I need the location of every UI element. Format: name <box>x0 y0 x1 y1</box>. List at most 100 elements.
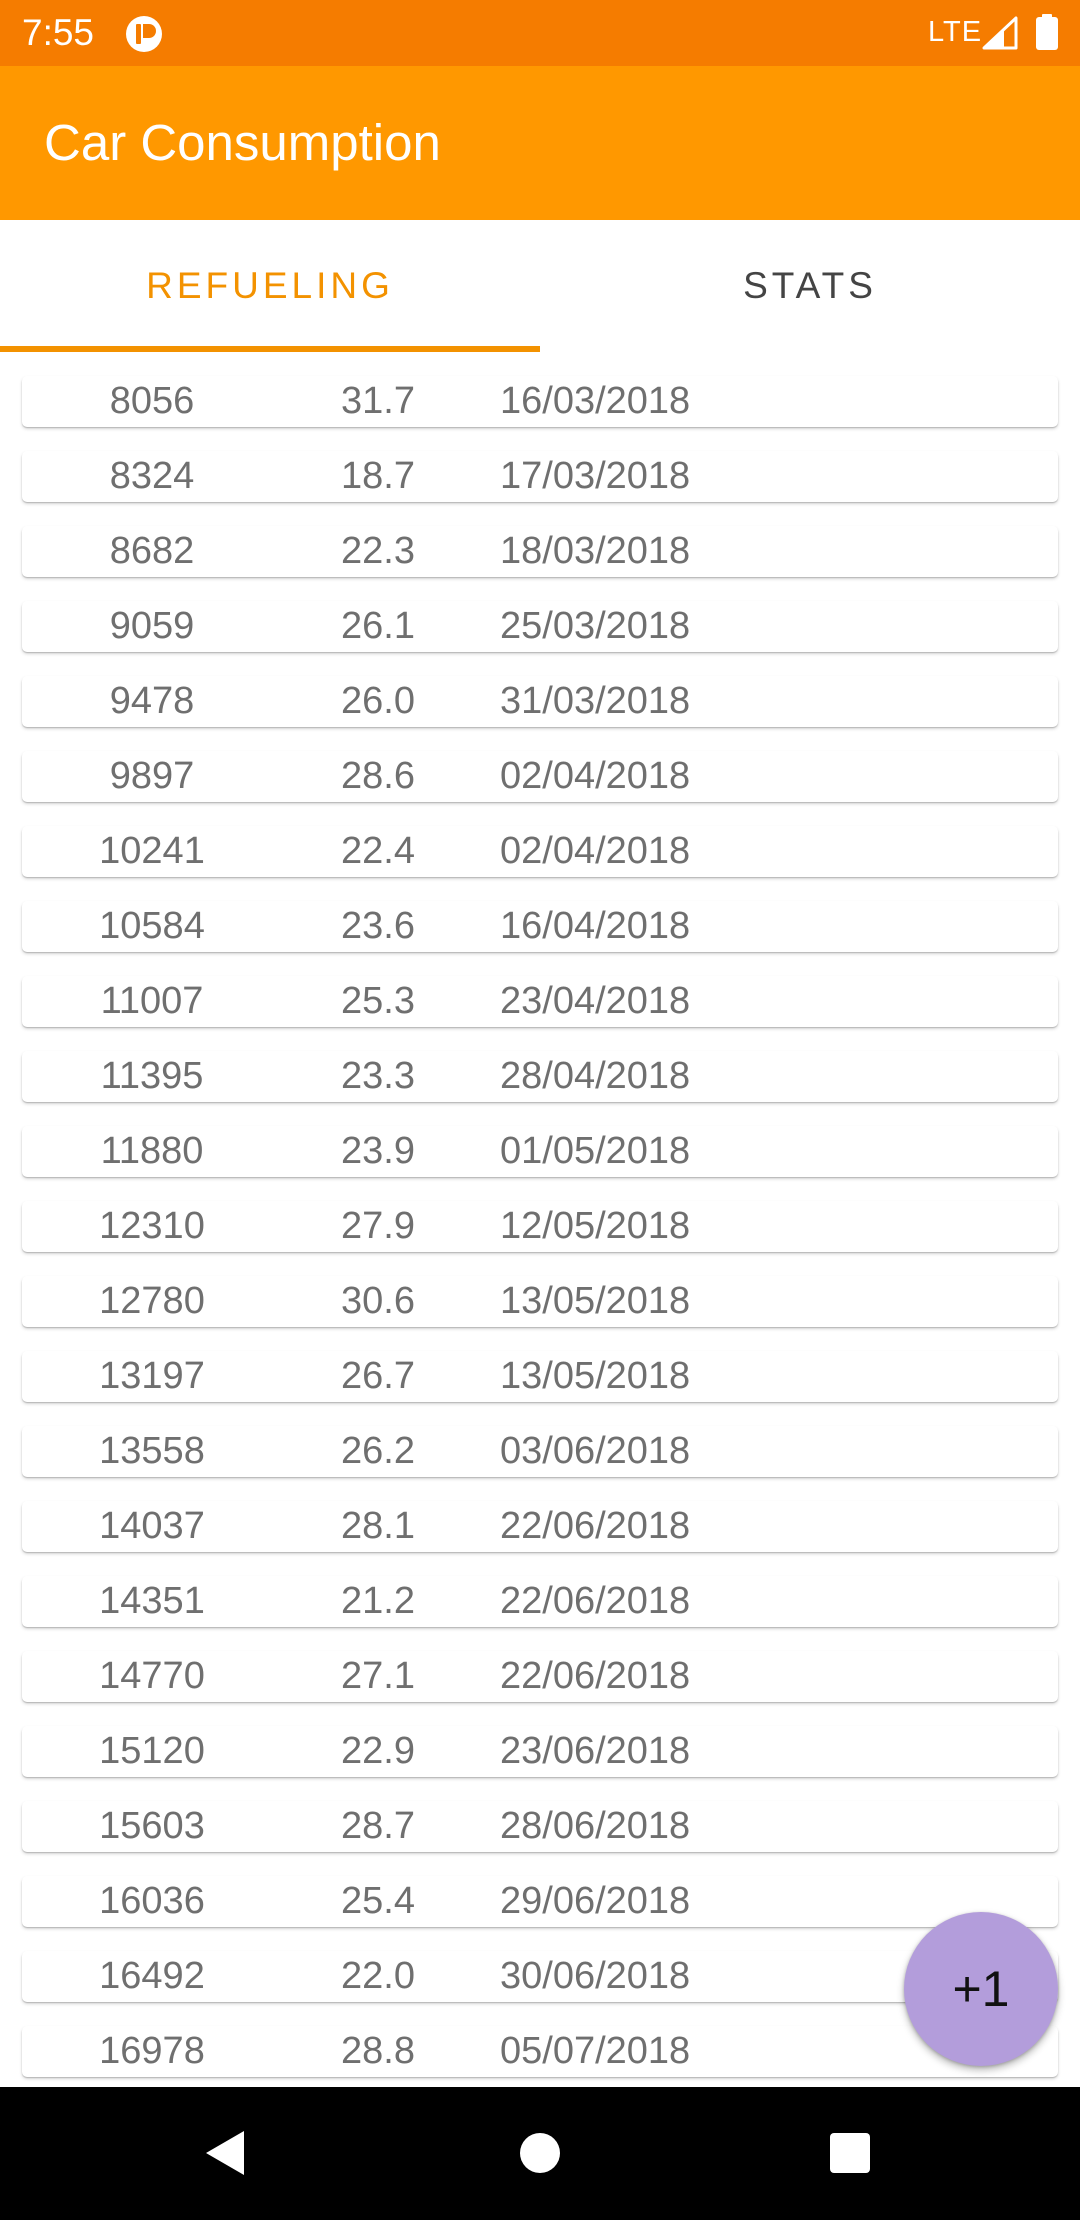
liters-value: 27.1 <box>341 1655 415 1697</box>
liters-value: 22.9 <box>341 1730 415 1772</box>
odometer-value: 14037 <box>99 1505 205 1547</box>
refueling-row[interactable]: 14037 28.1 22/06/2018 <box>22 1501 1058 1552</box>
odometer-value: 9897 <box>109 755 195 797</box>
odometer-value: 16492 <box>99 1955 205 1997</box>
refueling-row[interactable]: 10241 22.4 02/04/2018 <box>22 826 1058 877</box>
refueling-row[interactable]: 15120 22.9 23/06/2018 <box>22 1726 1058 1777</box>
refueling-row[interactable]: 13558 26.2 03/06/2018 <box>22 1426 1058 1477</box>
status-time: 7:55 <box>22 12 95 53</box>
liters-value: 28.8 <box>341 2030 415 2072</box>
odometer-value: 8682 <box>109 530 195 572</box>
odometer-value: 12310 <box>99 1205 205 1247</box>
odometer-value: 10241 <box>99 830 205 872</box>
date-value: 16/04/2018 <box>500 905 691 947</box>
odometer-value: 13558 <box>99 1430 205 1472</box>
date-value: 22/06/2018 <box>500 1505 691 1547</box>
refueling-row[interactable]: 8056 31.7 16/03/2018 <box>22 376 1058 427</box>
odometer-value: 13197 <box>99 1355 205 1397</box>
refueling-row[interactable]: 14770 27.1 22/06/2018 <box>22 1651 1058 1702</box>
date-value: 18/03/2018 <box>500 530 691 572</box>
refueling-row[interactable]: 11880 23.9 01/05/2018 <box>22 1126 1058 1177</box>
refueling-row[interactable]: 9897 28.6 02/04/2018 <box>22 751 1058 802</box>
liters-value: 31.7 <box>341 380 415 422</box>
battery-icon <box>1036 14 1058 50</box>
liters-value: 26.1 <box>341 605 415 647</box>
date-value: 01/05/2018 <box>500 1130 691 1172</box>
liters-value: 27.9 <box>341 1205 415 1247</box>
date-value: 13/05/2018 <box>500 1355 691 1397</box>
refueling-row[interactable]: 9059 26.1 25/03/2018 <box>22 601 1058 652</box>
liters-value: 25.4 <box>341 1880 415 1922</box>
refueling-row[interactable]: 16492 22.0 30/06/2018 <box>22 1951 1058 2002</box>
refueling-row[interactable]: 13197 26.7 13/05/2018 <box>22 1351 1058 1402</box>
date-value: 17/03/2018 <box>500 455 691 497</box>
notification-app-icon <box>126 16 162 52</box>
refueling-row[interactable]: 10584 23.6 16/04/2018 <box>22 901 1058 952</box>
odometer-value: 11395 <box>100 1055 204 1097</box>
liters-value: 28.6 <box>341 755 415 797</box>
date-value: 23/06/2018 <box>500 1730 691 1772</box>
tab-bar: REFUELING STATS <box>0 220 1080 352</box>
network-type-label: LTE <box>928 16 983 48</box>
home-circle-icon[interactable] <box>520 2133 560 2173</box>
liters-value: 30.6 <box>341 1280 415 1322</box>
liters-value: 26.7 <box>341 1355 415 1397</box>
tab-stats[interactable]: STATS <box>540 220 1080 352</box>
refueling-row[interactable]: 11007 25.3 23/04/2018 <box>22 976 1058 1027</box>
date-value: 29/06/2018 <box>500 1880 691 1922</box>
odometer-value: 8324 <box>109 455 195 497</box>
refueling-list[interactable]: 8056 31.7 16/03/2018 8324 18.7 17/03/2018 8682… <box>0 352 1080 2087</box>
date-value: 22/06/2018 <box>500 1655 691 1697</box>
liters-value: 28.7 <box>341 1805 415 1847</box>
liters-value: 23.3 <box>341 1055 415 1097</box>
odometer-value: 12780 <box>99 1280 205 1322</box>
refueling-row[interactable]: 8324 18.7 17/03/2018 <box>22 451 1058 502</box>
liters-value: 23.9 <box>341 1130 415 1172</box>
refueling-row[interactable]: 12780 30.6 13/05/2018 <box>22 1276 1058 1327</box>
back-triangle-icon[interactable] <box>200 2127 252 2179</box>
liters-value: 28.1 <box>341 1505 415 1547</box>
date-value: 02/04/2018 <box>500 755 691 797</box>
date-value: 28/04/2018 <box>500 1055 691 1097</box>
refueling-row[interactable]: 16978 28.8 05/07/2018 <box>22 2026 1058 2077</box>
odometer-value: 15603 <box>99 1805 205 1847</box>
liters-value: 21.2 <box>341 1580 415 1622</box>
date-value: 02/04/2018 <box>500 830 691 872</box>
liters-value: 22.3 <box>341 530 415 572</box>
odometer-value: 14351 <box>99 1580 205 1622</box>
date-value: 03/06/2018 <box>500 1430 691 1472</box>
liters-value: 26.2 <box>341 1430 415 1472</box>
liters-value: 22.0 <box>341 1955 415 1997</box>
status-bar: 7:55 LTE <box>0 0 1080 66</box>
date-value: 31/03/2018 <box>500 680 691 722</box>
date-value: 23/04/2018 <box>500 980 691 1022</box>
liters-value: 22.4 <box>341 830 415 872</box>
liters-value: 18.7 <box>341 455 415 497</box>
odometer-value: 16036 <box>99 1880 205 1922</box>
odometer-value: 9059 <box>109 605 195 647</box>
refueling-row[interactable]: 14351 21.2 22/06/2018 <box>22 1576 1058 1627</box>
date-value: 12/05/2018 <box>500 1205 691 1247</box>
refueling-row[interactable]: 11395 23.3 28/04/2018 <box>22 1051 1058 1102</box>
refueling-row[interactable]: 12310 27.9 12/05/2018 <box>22 1201 1058 1252</box>
date-value: 13/05/2018 <box>500 1280 691 1322</box>
date-value: 05/07/2018 <box>500 2030 691 2072</box>
liters-value: 23.6 <box>341 905 415 947</box>
tab-refueling[interactable]: REFUELING <box>0 220 540 352</box>
odometer-value: 9478 <box>109 680 195 722</box>
add-refueling-fab[interactable]: +1 <box>904 1912 1058 2066</box>
recents-square-icon[interactable] <box>830 2133 870 2173</box>
refueling-row[interactable]: 8682 22.3 18/03/2018 <box>22 526 1058 577</box>
refueling-row[interactable]: 16036 25.4 29/06/2018 <box>22 1876 1058 1927</box>
odometer-value: 16978 <box>99 2030 205 2072</box>
odometer-value: 8056 <box>109 380 195 422</box>
odometer-value: 15120 <box>99 1730 205 1772</box>
liters-value: 26.0 <box>341 680 415 722</box>
odometer-value: 14770 <box>99 1655 205 1697</box>
app-bar: Car Consumption <box>0 66 1080 220</box>
refueling-row[interactable]: 15603 28.7 28/06/2018 <box>22 1801 1058 1852</box>
refueling-row[interactable]: 9478 26.0 31/03/2018 <box>22 676 1058 727</box>
app-title: Car Consumption <box>44 114 441 171</box>
date-value: 16/03/2018 <box>500 380 691 422</box>
odometer-value: 11007 <box>100 980 204 1022</box>
